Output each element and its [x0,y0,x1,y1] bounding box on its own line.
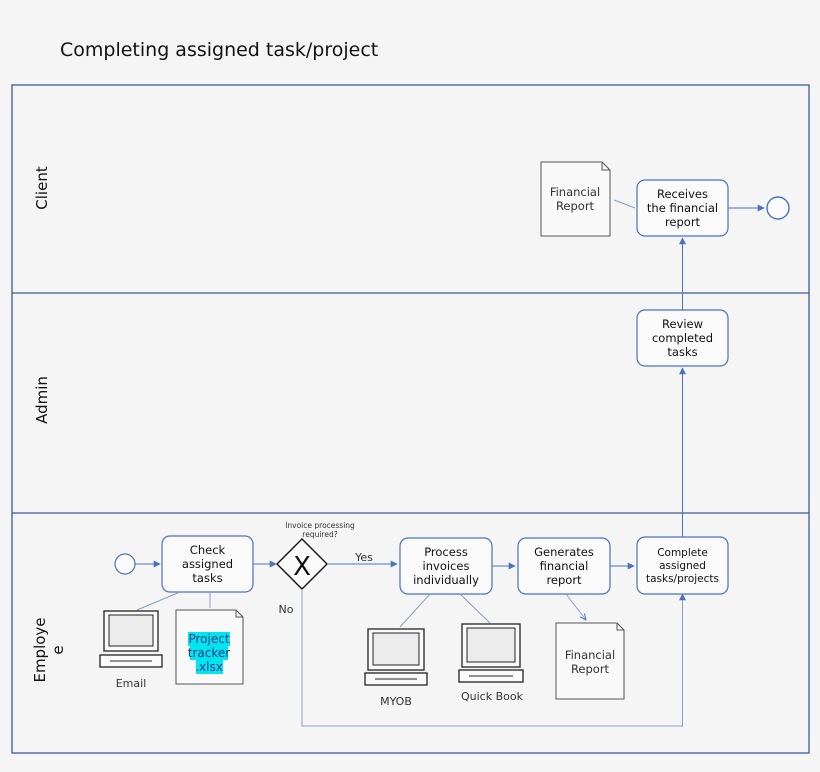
edge-label-no: No [279,603,294,616]
task-review-completed[interactable]: Review completed tasks [636,309,729,367]
process-diagram: Completing assigned task/project Client … [11,39,810,754]
gateway-question: Invoice processing [285,521,355,530]
doc-label: Financial [550,185,600,199]
task-label: invoices [423,559,470,573]
exclusive-gateway[interactable]: X [276,538,328,590]
task-label: the financial [647,201,718,215]
gateway-question: required? [302,530,337,539]
lane-label-employee: Employe e [31,617,67,682]
task-label: report [546,573,582,587]
task-label: tasks [192,571,222,585]
document-financial-report-employee: Financial Report [555,622,625,700]
task-check-assigned[interactable]: Check assigned tasks [161,535,254,593]
task-complete-assigned[interactable]: Complete assigned tasks/projects [636,536,729,595]
task-label: Generates [534,545,594,559]
doc-label: Report [571,662,610,676]
edge-label-yes: Yes [354,551,373,564]
association-line [399,593,431,628]
computer-icon-myob [364,628,428,686]
computer-label-myob: MYOB [380,695,412,708]
task-label: individually [413,573,479,587]
lane-label-employee-line2: e [49,645,67,654]
task-label: Process [424,545,468,559]
gateway-symbol: X [293,552,311,582]
doc-label: tracker [188,646,230,660]
task-label: Receives [657,187,708,201]
lane-label-client: Client [33,166,51,210]
task-label: tasks [667,345,697,359]
task-label: completed [652,331,713,345]
lane-label-employee-line1: Employe [31,617,49,682]
computer-label-quickbook: Quick Book [461,690,524,703]
association-line [459,593,491,624]
lane-label-admin: Admin [33,376,51,424]
task-label: Review [662,317,703,331]
doc-label: Project [188,632,229,646]
task-label: Complete [657,547,708,559]
task-label: tasks/projects [646,573,719,585]
document-project-tracker: Project tracker .xlsx [175,609,244,685]
association-line [136,591,181,611]
task-generates-report[interactable]: Generates financial report [517,537,611,595]
computer-icon-email [99,610,163,668]
document-financial-report-client: Financial Report [540,161,611,237]
doc-label: Report [556,199,595,213]
start-event [114,553,136,575]
task-label: financial [540,559,589,573]
task-label: assigned [182,557,233,571]
doc-label: .xlsx [195,660,223,674]
association-line [613,199,636,209]
computer-icon-quickbook [458,623,524,683]
task-receives-report[interactable]: Receives the financial report [636,179,729,237]
doc-label: Financial [565,648,615,662]
task-label: Check [190,543,226,557]
task-process-invoices[interactable]: Process invoices individually [399,537,493,595]
end-event [766,196,790,220]
task-label: assigned [659,560,706,572]
computer-label-email: Email [116,677,147,690]
task-label: report [665,215,701,229]
diagram-title: Completing assigned task/project [60,39,378,61]
association-arrow [565,593,586,620]
